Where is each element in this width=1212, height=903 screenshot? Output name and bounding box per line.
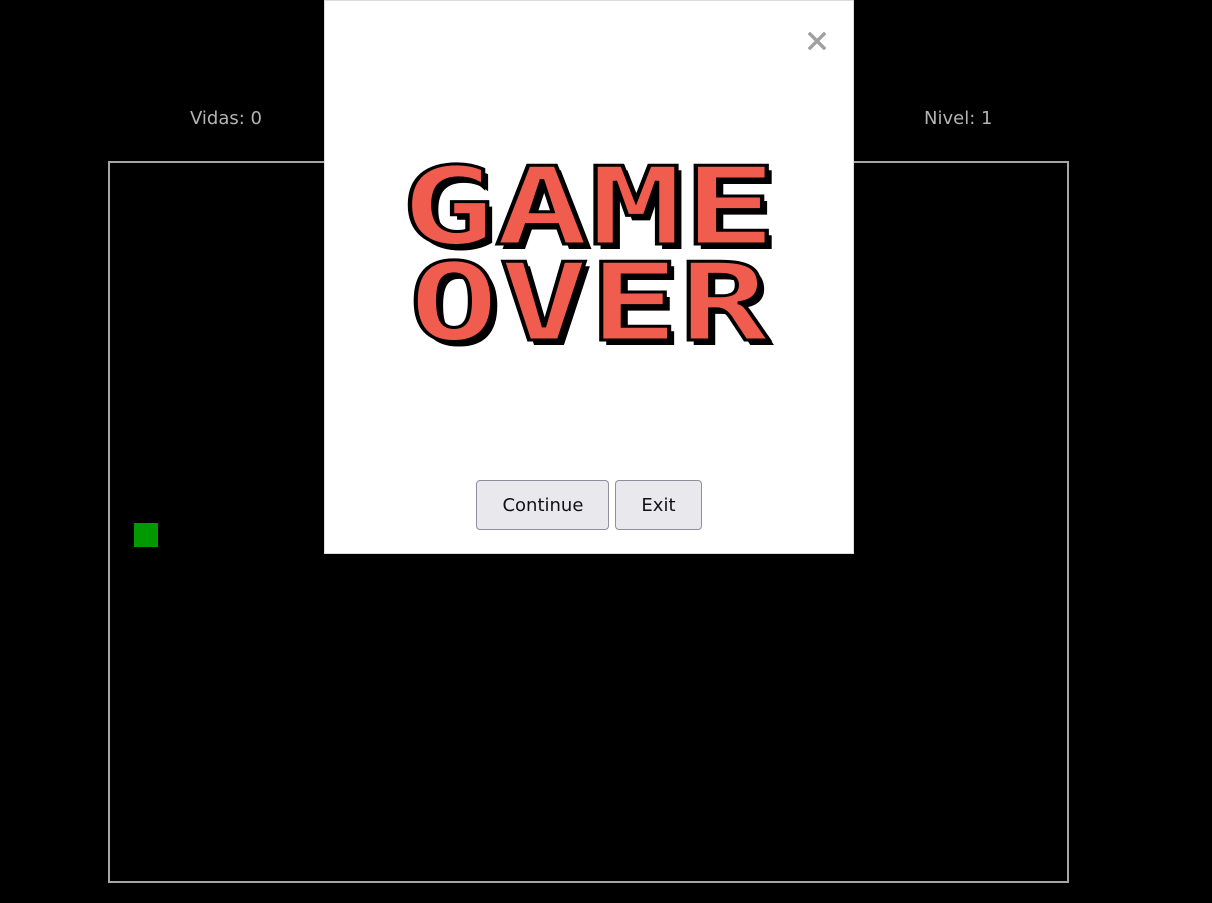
modal-actions: Continue Exit: [325, 480, 853, 530]
snake-segment: [134, 523, 158, 547]
lives-counter: Vidas: 0: [190, 108, 262, 129]
continue-button[interactable]: Continue: [476, 480, 610, 530]
level-counter: Nivel: 1: [924, 108, 993, 129]
game-over-modal: GAME GAME OVER OVER Continue Exit: [324, 0, 854, 554]
game-over-logo: GAME GAME OVER OVER: [400, 155, 783, 355]
exit-button[interactable]: Exit: [615, 480, 702, 530]
game-page: Vidas: 0 Nivel: 1 GAME GAME OVER OVER Co…: [0, 0, 1212, 903]
over-text: OVER: [409, 241, 770, 355]
close-button[interactable]: [799, 23, 835, 59]
close-icon: [808, 32, 826, 50]
